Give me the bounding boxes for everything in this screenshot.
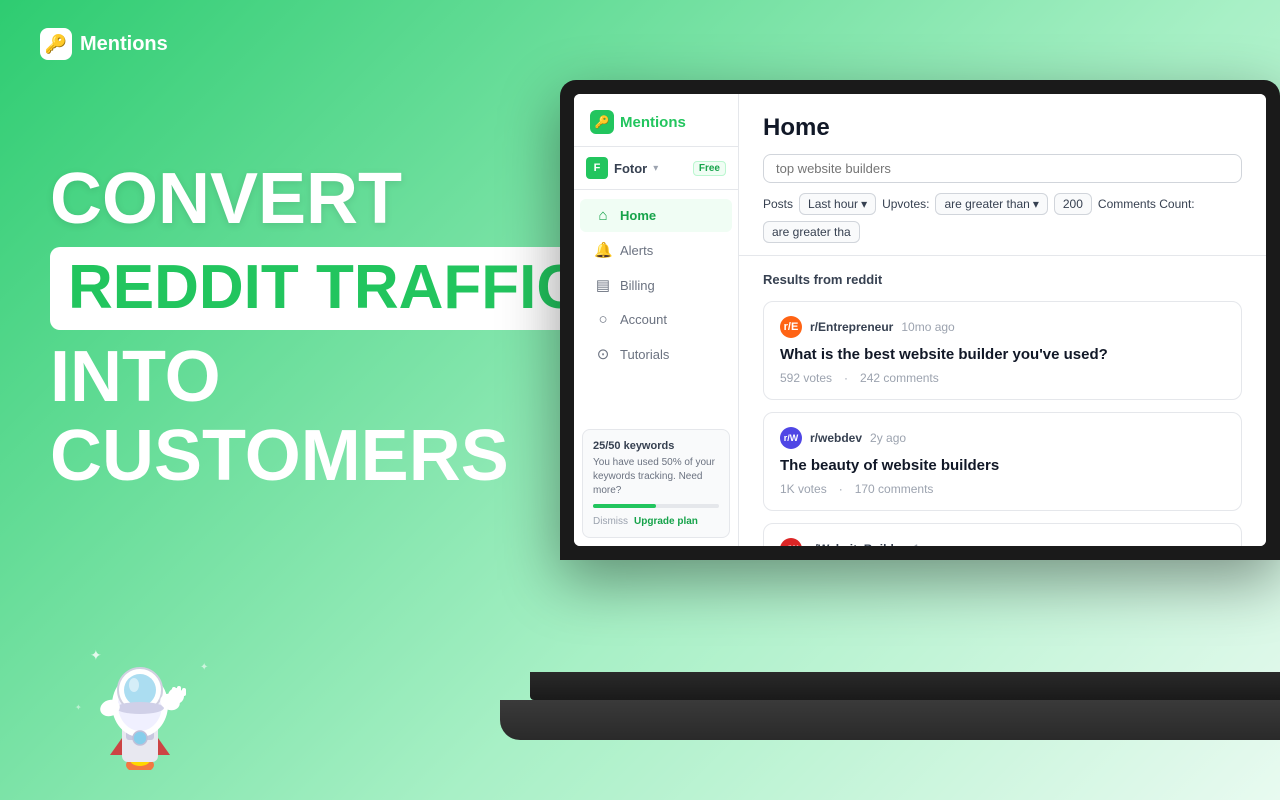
- post-card[interactable]: r/E r/Entrepreneur 10mo ago What is the …: [763, 301, 1242, 400]
- posts-filter-label: Posts: [763, 197, 793, 211]
- plan-badge: Free: [693, 161, 726, 176]
- subreddit-icon: r/W: [780, 538, 802, 546]
- post-meta: r/E r/Entrepreneur 10mo ago: [780, 316, 1225, 338]
- post-subreddit: r/WebsiteBuilder: [810, 542, 905, 546]
- sidebar-item-account[interactable]: ○ Account: [580, 303, 732, 336]
- post-meta: r/W r/webdev 2y ago: [780, 427, 1225, 449]
- upvotes-number: 200: [1054, 193, 1092, 215]
- laptop-mockup: 🔑 Mentions F Fotor ▾ Free ⌂ Home: [560, 80, 1280, 760]
- sidebar-nav: ⌂ Home 🔔 Alerts ▤ Billing ○ Account: [574, 190, 738, 421]
- time-filter-dropdown[interactable]: Last hour ▾: [799, 193, 876, 215]
- dismiss-button[interactable]: Dismiss: [593, 516, 628, 527]
- user-icon: ○: [594, 311, 612, 328]
- time-filter-value: Last hour: [808, 197, 858, 211]
- sidebar-logo-icon: 🔑: [590, 110, 614, 134]
- svg-text:✦: ✦: [90, 647, 102, 663]
- keywords-progress-bar: [593, 504, 719, 508]
- upvotes-filter-label: Upvotes:: [882, 197, 929, 211]
- upgrade-button[interactable]: Upgrade plan: [634, 516, 698, 527]
- keywords-progress-fill: [593, 504, 656, 508]
- post-time: 10mo ago: [901, 320, 954, 334]
- gear-icon: ⊙: [594, 345, 612, 363]
- post-separator: ·: [844, 371, 848, 385]
- main-header: Home Posts Last hour ▾ Upvotes: are grea…: [739, 94, 1266, 256]
- sidebar-item-alerts[interactable]: 🔔 Alerts: [580, 233, 732, 267]
- svg-text:✦: ✦: [200, 662, 208, 673]
- post-title: What is the best website builder you've …: [780, 344, 1225, 365]
- post-time: 2y ago: [870, 431, 906, 445]
- hero-line2: INTO CUSTOMERS: [50, 338, 630, 496]
- post-separator: ·: [839, 482, 843, 496]
- bell-icon: 🔔: [594, 241, 612, 259]
- filters-row: Posts Last hour ▾ Upvotes: are greater t…: [763, 193, 1242, 243]
- workspace-left: F Fotor ▾: [586, 157, 658, 179]
- subreddit-icon: r/W: [780, 427, 802, 449]
- card-icon: ▤: [594, 276, 612, 294]
- post-time: 1mo ago: [913, 542, 960, 546]
- app-main: Home Posts Last hour ▾ Upvotes: are grea…: [739, 94, 1266, 546]
- sidebar-item-account-label: Account: [620, 312, 667, 327]
- post-title: The beauty of website builders: [780, 455, 1225, 476]
- sidebar-logo-text: Mentions: [620, 114, 686, 131]
- subreddit-icon: r/E: [780, 316, 802, 338]
- sidebar-logo: 🔑 Mentions: [574, 94, 738, 147]
- laptop-base: [530, 672, 1280, 700]
- home-icon: ⌂: [594, 207, 612, 224]
- post-card[interactable]: r/W r/webdev 2y ago The beauty of websit…: [763, 412, 1242, 511]
- page-title: Home: [763, 114, 1242, 142]
- post-stats: 592 votes · 242 comments: [780, 371, 1225, 385]
- keywords-count: 25/50 keywords: [593, 440, 719, 452]
- keywords-description: You have used 50% of your keywords track…: [593, 456, 719, 498]
- post-comments: 170 comments: [855, 482, 934, 496]
- results-label: Results from reddit: [763, 272, 1242, 287]
- post-subreddit: r/Entrepreneur: [810, 320, 893, 334]
- logo-text: Mentions: [80, 33, 168, 56]
- top-logo: 🔑 Mentions: [40, 28, 168, 60]
- comments-filter-dropdown[interactable]: are greater tha: [763, 221, 860, 243]
- keywords-widget: 25/50 keywords You have used 50% of your…: [582, 429, 730, 538]
- laptop-bottom-base: [500, 700, 1280, 740]
- post-subreddit: r/webdev: [810, 431, 862, 445]
- post-votes: 1K votes: [780, 482, 827, 496]
- chevron-icon2: ▾: [1033, 197, 1039, 211]
- laptop-screen: 🔑 Mentions F Fotor ▾ Free ⌂ Home: [574, 94, 1266, 546]
- sidebar-item-tutorials-label: Tutorials: [620, 347, 669, 362]
- svg-text:✦: ✦: [75, 703, 82, 712]
- comments-filter-label: Comments Count:: [1098, 197, 1195, 211]
- hero-line1: CONVERT: [50, 160, 630, 239]
- upvotes-filter-value: are greater than: [944, 197, 1029, 211]
- astronaut-illustration: ✦ ✦ ✦: [60, 590, 220, 770]
- app-sidebar: 🔑 Mentions F Fotor ▾ Free ⌂ Home: [574, 94, 739, 546]
- logo-icon: 🔑: [40, 28, 72, 60]
- workspace-selector[interactable]: F Fotor ▾ Free: [574, 147, 738, 190]
- sidebar-item-billing[interactable]: ▤ Billing: [580, 268, 732, 302]
- chevron-icon: ▾: [861, 197, 867, 211]
- sidebar-item-home-label: Home: [620, 208, 656, 223]
- search-bar[interactable]: [763, 154, 1242, 183]
- upvotes-filter-dropdown[interactable]: are greater than ▾: [935, 193, 1047, 215]
- hero-highlight: REDDIT TRAFFIC: [50, 247, 599, 329]
- search-input[interactable]: [776, 161, 1229, 176]
- post-comments: 242 comments: [860, 371, 939, 385]
- sidebar-item-tutorials[interactable]: ⊙ Tutorials: [580, 337, 732, 371]
- keywords-actions: Dismiss Upgrade plan: [593, 516, 719, 527]
- post-card[interactable]: r/W r/WebsiteBuilder 1mo ago Best Websit…: [763, 523, 1242, 546]
- hero-section: CONVERT REDDIT TRAFFIC INTO CUSTOMERS: [50, 160, 630, 496]
- workspace-name: Fotor: [614, 161, 647, 176]
- main-content: Results from reddit r/E r/Entrepreneur 1…: [739, 256, 1266, 546]
- post-meta: r/W r/WebsiteBuilder 1mo ago: [780, 538, 1225, 546]
- comments-filter-value: are greater tha: [772, 225, 851, 239]
- post-votes: 592 votes: [780, 371, 832, 385]
- sidebar-item-home[interactable]: ⌂ Home: [580, 199, 732, 232]
- sidebar-item-alerts-label: Alerts: [620, 243, 653, 258]
- sidebar-item-billing-label: Billing: [620, 278, 655, 293]
- workspace-avatar: F: [586, 157, 608, 179]
- post-stats: 1K votes · 170 comments: [780, 482, 1225, 496]
- chevron-down-icon: ▾: [653, 163, 658, 174]
- laptop-bezel: 🔑 Mentions F Fotor ▾ Free ⌂ Home: [560, 80, 1280, 560]
